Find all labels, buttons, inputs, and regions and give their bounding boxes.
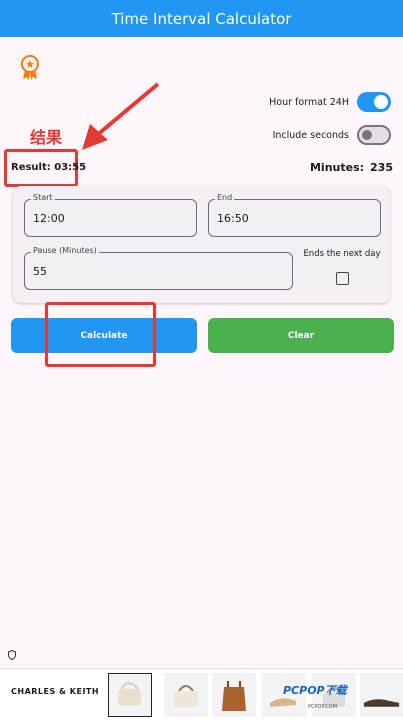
ad-product-image[interactable] — [164, 673, 208, 717]
minutes-display: Minutes: 235 — [310, 161, 393, 174]
pause-field[interactable]: Pause (Minutes) 55 — [24, 246, 293, 290]
award-badge-icon[interactable] — [19, 55, 41, 81]
clear-button[interactable]: Clear — [208, 318, 394, 353]
include-seconds-toggle[interactable] — [357, 125, 391, 145]
start-value: 12:00 — [33, 211, 65, 225]
pause-value: 55 — [33, 264, 47, 278]
ad-product-image[interactable] — [360, 673, 403, 717]
input-card: Start 12:00 End 16:50 Pause (Minutes) 55… — [13, 186, 390, 303]
watermark-logo: PCPOP下载 — [283, 684, 347, 697]
app-title: Time Interval Calculator — [111, 9, 292, 28]
calculate-highlight-box — [45, 302, 156, 367]
start-label: Start — [31, 193, 55, 202]
hour-format-label: Hour format 24H — [269, 96, 349, 108]
include-seconds-row: Include seconds — [273, 125, 391, 145]
handbag-icon — [174, 685, 198, 707]
end-field[interactable]: End 16:50 — [208, 193, 381, 237]
watermark-subtext: PCPOP.COM — [308, 704, 338, 710]
app-bar: Time Interval Calculator — [0, 0, 403, 37]
pause-label: Pause (Minutes) — [31, 246, 99, 255]
toggle-knob — [362, 130, 372, 140]
shield-icon — [8, 650, 16, 660]
annotation-label: 结果 — [30, 128, 63, 147]
tote-bag-icon — [222, 681, 246, 711]
hour-format-toggle[interactable] — [357, 92, 391, 112]
minutes-value: 235 — [370, 161, 393, 174]
start-field[interactable]: Start 12:00 — [24, 193, 197, 237]
next-day-checkbox[interactable] — [336, 272, 349, 285]
end-value: 16:50 — [217, 211, 249, 225]
result-text: Result: 03:55 — [11, 162, 87, 173]
ad-product-image[interactable] — [212, 673, 256, 717]
hour-format-row: Hour format 24H — [269, 92, 391, 112]
shoe-icon — [363, 699, 400, 707]
ad-brand-name: CHARLES & KEITH — [11, 687, 100, 696]
next-day-label: Ends the next day — [303, 249, 381, 259]
end-label: End — [215, 193, 235, 202]
include-seconds-label: Include seconds — [272, 129, 349, 141]
toggle-knob — [374, 95, 388, 109]
handbag-icon — [118, 682, 141, 706]
ad-product-image[interactable] — [108, 673, 152, 717]
clear-label: Clear — [287, 330, 315, 341]
minutes-label: Minutes: — [309, 161, 365, 174]
